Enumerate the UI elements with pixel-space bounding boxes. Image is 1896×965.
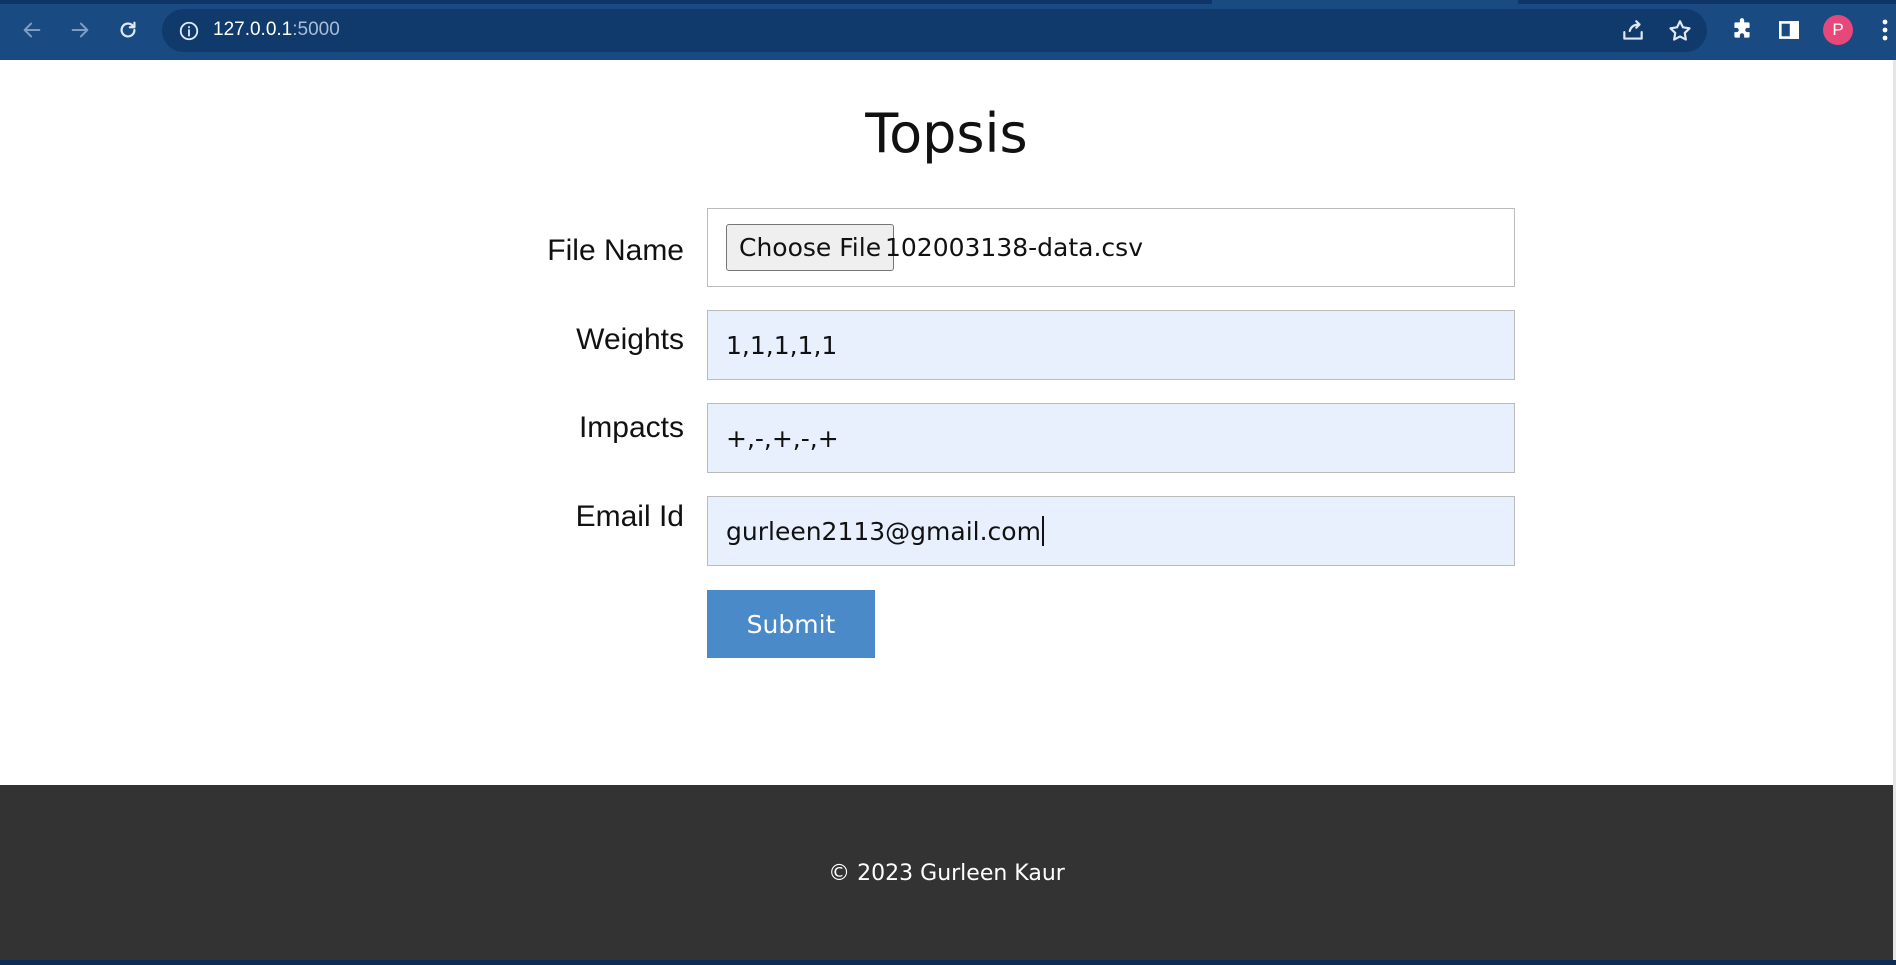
forward-button[interactable] (64, 14, 96, 46)
page-title: Topsis (865, 102, 1028, 165)
weights-input[interactable]: 1,1,1,1,1 (707, 310, 1515, 380)
selected-file-name: 102003138-data.csv (885, 233, 1143, 262)
impacts-label: Impacts (578, 411, 684, 444)
kebab-menu-icon[interactable] (1880, 17, 1890, 43)
arrow-right-icon (71, 22, 89, 38)
footer: © 2023 Gurleen Kaur (0, 785, 1893, 960)
arrow-left-icon (23, 22, 41, 38)
weights-label: Weights (576, 323, 684, 356)
side-panel-icon[interactable] (1776, 17, 1802, 43)
url-text[interactable]: 127.0.0.1:5000 (213, 19, 340, 41)
reload-icon (120, 21, 136, 38)
choose-file-button[interactable]: Choose File (726, 224, 895, 271)
email-value: gurleen2113@gmail.com (726, 516, 1041, 546)
tab-strip (0, 0, 1896, 4)
info-icon[interactable] (178, 20, 200, 42)
star-icon[interactable] (1667, 18, 1693, 44)
share-icon[interactable] (1620, 18, 1646, 44)
weights-value: 1,1,1,1,1 (726, 330, 838, 360)
email-input[interactable]: gurleen2113@gmail.com (707, 496, 1515, 566)
footer-copyright: © 2023 Gurleen Kaur (828, 861, 1065, 886)
text-caret (1041, 516, 1044, 546)
active-tab-indicator (1212, 0, 1518, 4)
email-label: Email Id (575, 500, 684, 533)
impacts-input[interactable]: +,-,+,-,+ (707, 403, 1515, 473)
file-input[interactable]: Choose File 102003138-data.csv (707, 208, 1515, 287)
back-button[interactable] (16, 14, 48, 46)
profile-avatar[interactable]: P (1823, 15, 1853, 45)
file-name-label: File Name (547, 234, 684, 267)
submit-button[interactable]: Submit (707, 590, 875, 658)
url-host: 127.0.0.1 (213, 19, 293, 40)
reload-button[interactable] (112, 14, 144, 46)
url-port: :5000 (292, 19, 340, 40)
page-body: Topsis File Name Choose File 102003138-d… (0, 60, 1896, 785)
address-bar[interactable]: 127.0.0.1:5000 (162, 9, 1707, 52)
puzzle-icon[interactable] (1729, 17, 1755, 43)
browser-toolbar: 127.0.0.1:5000 P (0, 0, 1896, 60)
impacts-value: +,-,+,-,+ (726, 423, 839, 453)
bottom-edge (0, 960, 1896, 965)
